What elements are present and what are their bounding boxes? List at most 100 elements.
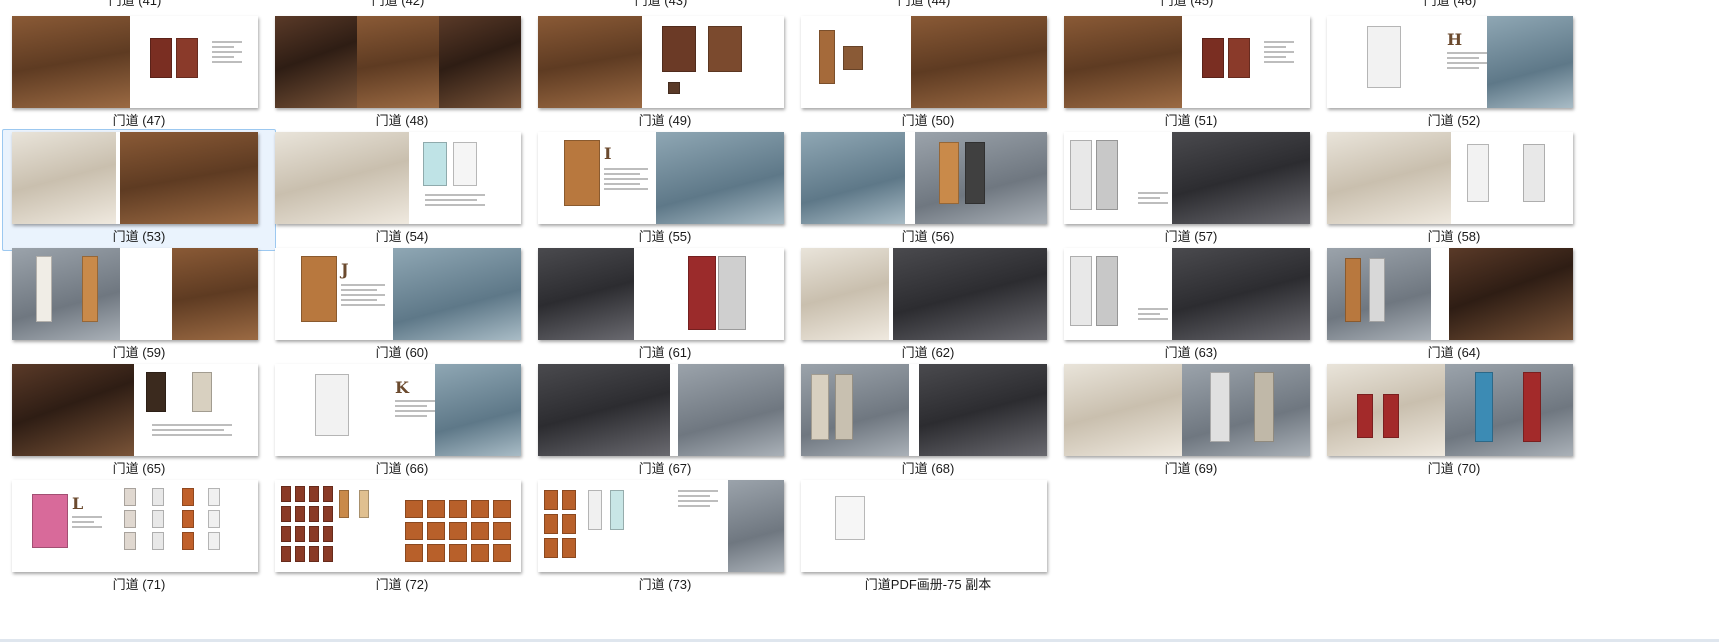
file-thumbnail[interactable]	[1064, 248, 1310, 340]
file-item[interactable]: 门道 (63)	[1054, 245, 1328, 367]
file-item[interactable]: L 门道 (71)	[2, 477, 276, 599]
file-name-label[interactable]: 门道 (48)	[266, 113, 538, 129]
file-thumbnail[interactable]	[1064, 364, 1310, 456]
file-item[interactable]: 门道 (72)	[265, 477, 539, 599]
file-thumbnail[interactable]	[1327, 132, 1573, 224]
file-name-label[interactable]: 门道 (53)	[3, 229, 275, 245]
file-name-label[interactable]: 门道 (66)	[266, 461, 538, 477]
file-thumbnail[interactable]	[538, 364, 784, 456]
door-sample	[339, 490, 349, 518]
file-item[interactable]: 门道 (67)	[528, 361, 802, 483]
file-item[interactable]: 门道PDF画册-75 副本	[791, 477, 1065, 599]
file-thumbnail[interactable]	[12, 16, 258, 108]
file-item[interactable]: 门道 (47)	[2, 13, 276, 135]
file-label-partial[interactable]: 门道 (41)	[4, 0, 266, 9]
file-thumbnail[interactable]	[538, 248, 784, 340]
file-name-label[interactable]: 门道 (69)	[1055, 461, 1327, 477]
file-thumbnail[interactable]: H	[1327, 16, 1573, 108]
file-item[interactable]: 门道 (64)	[1317, 245, 1591, 367]
door-sample	[295, 486, 305, 502]
catalog-letter: J	[341, 260, 349, 279]
file-item[interactable]: 门道 (49)	[528, 13, 802, 135]
file-thumbnail[interactable]	[1327, 248, 1573, 340]
file-label-partial[interactable]: 门道 (45)	[1056, 0, 1318, 9]
file-thumbnail[interactable]	[801, 16, 1047, 108]
file-thumbnail[interactable]	[1064, 132, 1310, 224]
file-thumbnail[interactable]	[12, 248, 258, 340]
file-item[interactable]: J 门道 (60)	[265, 245, 539, 367]
text-line	[604, 183, 640, 185]
thumbnail-photo	[12, 364, 134, 456]
file-thumbnail[interactable]: L	[12, 480, 258, 572]
file-name-label[interactable]: 门道 (51)	[1055, 113, 1327, 129]
file-thumbnail[interactable]	[538, 16, 784, 108]
file-name-label[interactable]: 门道PDF画册-75 副本	[792, 577, 1064, 593]
file-thumbnail[interactable]	[12, 364, 258, 456]
file-item[interactable]: 门道 (61)	[528, 245, 802, 367]
file-item[interactable]: 门道 (59)	[2, 245, 276, 367]
file-name-label[interactable]: 门道 (73)	[529, 577, 801, 593]
thumbnail-photo	[172, 248, 258, 340]
file-name-label[interactable]: 门道 (63)	[1055, 345, 1327, 361]
file-item[interactable]: 门道 (68)	[791, 361, 1065, 483]
file-item[interactable]: I 门道 (55)	[528, 129, 802, 251]
file-name-label[interactable]: 门道 (57)	[1055, 229, 1327, 245]
file-item[interactable]: 门道 (70)	[1317, 361, 1591, 483]
file-thumbnail[interactable]	[1327, 364, 1573, 456]
file-thumbnail[interactable]: J	[275, 248, 521, 340]
door-sample	[471, 500, 489, 518]
file-item[interactable]: 门道 (58)	[1317, 129, 1591, 251]
file-item[interactable]: 门道 (57)	[1054, 129, 1328, 251]
file-label-partial[interactable]: 门道 (44)	[793, 0, 1055, 9]
file-name-label[interactable]: 门道 (56)	[792, 229, 1064, 245]
file-name-label[interactable]: 门道 (58)	[1318, 229, 1590, 245]
file-item[interactable]: 门道 (53)	[2, 129, 276, 251]
file-thumbnail[interactable]	[801, 364, 1047, 456]
file-name-label[interactable]: 门道 (72)	[266, 577, 538, 593]
file-thumbnail[interactable]	[538, 480, 784, 572]
file-name-label[interactable]: 门道 (59)	[3, 345, 275, 361]
file-thumbnail[interactable]: K	[275, 364, 521, 456]
file-item[interactable]: 门道 (48)	[265, 13, 539, 135]
file-thumbnail[interactable]	[1064, 16, 1310, 108]
file-name-label[interactable]: 门道 (65)	[3, 461, 275, 477]
file-label-partial[interactable]: 门道 (43)	[530, 0, 792, 9]
file-item[interactable]: 门道 (54)	[265, 129, 539, 251]
file-name-label[interactable]: 门道 (50)	[792, 113, 1064, 129]
file-name-label[interactable]: 门道 (68)	[792, 461, 1064, 477]
file-name-label[interactable]: 门道 (52)	[1318, 113, 1590, 129]
file-item[interactable]: 门道 (73)	[528, 477, 802, 599]
file-item[interactable]: 门道 (56)	[791, 129, 1065, 251]
file-thumbnail[interactable]	[801, 132, 1047, 224]
file-thumbnail[interactable]	[275, 132, 521, 224]
file-item[interactable]: 门道 (51)	[1054, 13, 1328, 135]
file-item[interactable]: 门道 (69)	[1054, 361, 1328, 483]
file-name-label[interactable]: 门道 (54)	[266, 229, 538, 245]
file-name-label[interactable]: 门道 (60)	[266, 345, 538, 361]
file-name-label[interactable]: 门道 (67)	[529, 461, 801, 477]
file-thumbnail[interactable]	[801, 248, 1047, 340]
file-item[interactable]: H 门道 (52)	[1317, 13, 1591, 135]
file-name-label[interactable]: 门道 (64)	[1318, 345, 1590, 361]
door-sample	[32, 494, 68, 548]
file-name-label[interactable]: 门道 (61)	[529, 345, 801, 361]
file-name-label[interactable]: 门道 (62)	[792, 345, 1064, 361]
file-name-label[interactable]: 门道 (71)	[3, 577, 275, 593]
file-name-label[interactable]: 门道 (47)	[3, 113, 275, 129]
file-thumbnail[interactable]	[12, 132, 258, 224]
file-name-label[interactable]: 门道 (49)	[529, 113, 801, 129]
file-label-partial[interactable]: 门道 (42)	[267, 0, 529, 9]
door-sample	[405, 544, 423, 562]
file-name-label[interactable]: 门道 (70)	[1318, 461, 1590, 477]
file-item[interactable]: 门道 (65)	[2, 361, 276, 483]
file-thumbnail[interactable]	[275, 480, 521, 572]
file-item[interactable]: 门道 (62)	[791, 245, 1065, 367]
file-name-label[interactable]: 门道 (55)	[529, 229, 801, 245]
file-item[interactable]: K 门道 (66)	[265, 361, 539, 483]
file-thumbnail[interactable]	[275, 16, 521, 108]
file-item[interactable]: 门道 (50)	[791, 13, 1065, 135]
file-thumbnail[interactable]	[801, 480, 1047, 572]
thumbnail-photo	[656, 132, 784, 224]
file-label-partial[interactable]: 门道 (46)	[1319, 0, 1581, 9]
file-thumbnail[interactable]: I	[538, 132, 784, 224]
